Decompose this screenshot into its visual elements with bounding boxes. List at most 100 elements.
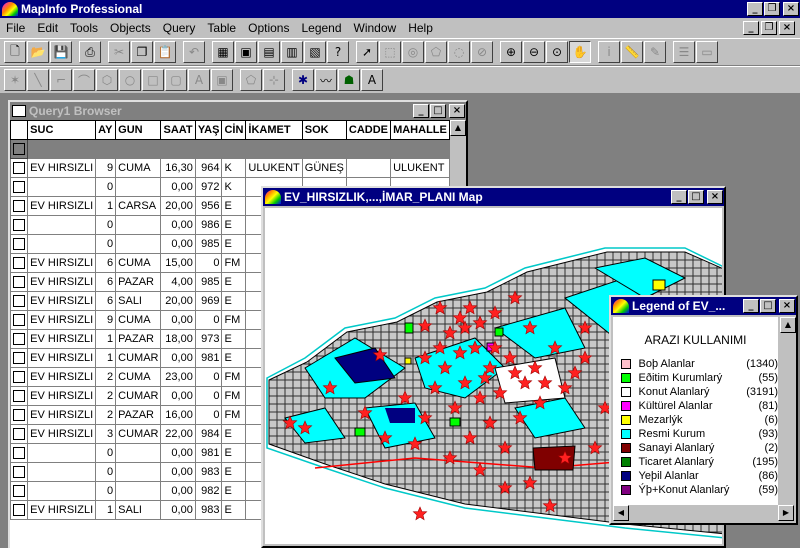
table-cell[interactable] [115, 462, 162, 482]
table-cell[interactable]: 6 [95, 291, 117, 311]
table-cell[interactable]: 982 [194, 481, 223, 501]
column-header[interactable]: İKAMET [245, 120, 303, 140]
layer-control-icon[interactable]: ☰ [673, 41, 695, 63]
row-select-cell[interactable] [10, 272, 29, 292]
symbol-style-icon[interactable]: ✱ [292, 69, 314, 91]
legend-maximize-button[interactable]: □ [760, 299, 776, 313]
table-cell[interactable]: E [221, 462, 247, 482]
table-cell[interactable] [115, 234, 162, 254]
table-cell[interactable] [115, 443, 162, 463]
table-cell[interactable]: 23,00 [160, 367, 196, 387]
row-checkbox[interactable] [13, 409, 25, 422]
table-cell[interactable]: SALI [115, 500, 162, 520]
row-checkbox[interactable] [13, 504, 25, 517]
legend-scroll-right-arrow-icon[interactable]: ▶ [778, 505, 794, 521]
row-checkbox[interactable] [13, 238, 25, 251]
cut-icon[interactable]: ✂ [108, 41, 130, 63]
restore-button[interactable]: ❐ [764, 2, 780, 16]
map-minimize-button[interactable]: _ [671, 190, 687, 204]
ruler-icon[interactable]: 📏 [621, 41, 643, 63]
select-arrow-icon[interactable]: ➚ [356, 41, 378, 63]
table-cell[interactable]: 984 [194, 424, 223, 444]
table-cell[interactable]: E [221, 196, 247, 216]
table-cell[interactable]: CUMA [115, 310, 162, 330]
row-checkbox[interactable] [13, 295, 25, 308]
table-cell[interactable] [115, 481, 162, 501]
menu-help[interactable]: Help [402, 21, 439, 35]
row-select-cell[interactable] [10, 424, 29, 444]
row-checkbox[interactable] [13, 352, 25, 365]
label-icon[interactable]: ✎ [644, 41, 666, 63]
browser-minimize-button[interactable]: _ [413, 104, 429, 118]
table-cell[interactable]: 985 [194, 272, 223, 292]
table-cell[interactable]: EV HIRSIZLI [27, 329, 97, 349]
mdi-close-button[interactable]: × [779, 21, 795, 35]
table-cell[interactable]: FM [221, 386, 247, 406]
table-cell[interactable]: CUMA [115, 158, 162, 178]
ellipse-tool-icon[interactable]: ○ [119, 69, 141, 91]
table-cell[interactable]: 0 [95, 234, 117, 254]
legend-horizontal-scrollbar[interactable]: ◀ ▶ [613, 505, 794, 521]
table-cell[interactable]: 0,00 [160, 215, 196, 235]
row-checkbox[interactable] [13, 200, 25, 213]
table-cell[interactable]: 9 [95, 158, 117, 178]
print-icon[interactable]: ⎙ [79, 41, 101, 63]
table-cell[interactable]: E [221, 481, 247, 501]
table-cell[interactable]: EV HIRSIZLI [27, 367, 97, 387]
table-cell[interactable]: 969 [194, 291, 223, 311]
row-select-cell[interactable] [10, 158, 29, 178]
row-checkbox[interactable] [13, 181, 25, 194]
text-tool-icon[interactable]: A [188, 69, 210, 91]
map-close-button[interactable]: × [707, 190, 723, 204]
row-checkbox[interactable] [13, 447, 25, 460]
table-cell[interactable]: E [221, 443, 247, 463]
mapper-icon[interactable]: ▣ [235, 41, 257, 63]
table-cell[interactable]: E [221, 424, 247, 444]
rectangle-tool-icon[interactable]: □ [142, 69, 164, 91]
change-view-icon[interactable]: ⊙ [546, 41, 568, 63]
table-cell[interactable]: 0,00 [160, 500, 196, 520]
row-select-cell[interactable] [10, 481, 29, 501]
row-checkbox[interactable] [13, 257, 25, 270]
row-select-cell[interactable] [10, 291, 29, 311]
table-cell[interactable]: 1 [95, 329, 117, 349]
legend-close-button[interactable]: × [779, 299, 795, 313]
row-select-cell[interactable] [10, 234, 29, 254]
table-cell[interactable]: EV HIRSIZLI [27, 500, 97, 520]
table-cell[interactable]: 4,00 [160, 272, 196, 292]
legend-icon[interactable]: ▭ [696, 41, 718, 63]
table-row[interactable]: EV HIRSIZLI 9 CUMA 16,30 964 K ULUKENT GÜNEŞ ULU… [10, 158, 450, 178]
table-cell[interactable] [27, 234, 97, 254]
table-cell[interactable]: 1 [95, 500, 117, 520]
row-select-cell[interactable] [10, 329, 29, 349]
table-cell[interactable]: 22,00 [160, 424, 196, 444]
column-header[interactable]: YAŞ [194, 120, 223, 140]
table-cell[interactable]: 986 [194, 215, 223, 235]
table-cell[interactable]: E [221, 329, 247, 349]
browser-titlebar[interactable]: Query1 Browser _ □ × [10, 102, 466, 120]
table-cell[interactable]: CUMAR [115, 424, 162, 444]
table-cell[interactable]: E [221, 215, 247, 235]
line-tool-icon[interactable]: ╲ [27, 69, 49, 91]
table-cell[interactable] [27, 215, 97, 235]
table-cell[interactable]: FM [221, 367, 247, 387]
table-cell[interactable]: SALI [115, 291, 162, 311]
table-cell[interactable]: 3 [95, 424, 117, 444]
table-cell[interactable]: 0 [95, 177, 117, 197]
table-cell[interactable]: EV HIRSIZLI [27, 291, 97, 311]
table-cell[interactable]: 0,00 [160, 481, 196, 501]
paste-icon[interactable]: 📋 [154, 41, 176, 63]
table-cell[interactable]: 981 [194, 348, 223, 368]
table-cell[interactable]: 981 [194, 443, 223, 463]
table-cell[interactable]: E [221, 291, 247, 311]
browser-icon[interactable]: ▦ [212, 41, 234, 63]
symbol-tool-icon[interactable]: ✶ [4, 69, 26, 91]
table-cell[interactable]: 0,00 [160, 443, 196, 463]
row-checkbox[interactable] [13, 219, 25, 232]
row-select-cell[interactable] [10, 253, 29, 273]
menu-table[interactable]: Table [201, 21, 242, 35]
table-cell[interactable]: 0 [95, 215, 117, 235]
reshape-icon[interactable]: ⬠ [240, 69, 262, 91]
menu-query[interactable]: Query [157, 21, 202, 35]
row-select-cell[interactable] [10, 443, 29, 463]
